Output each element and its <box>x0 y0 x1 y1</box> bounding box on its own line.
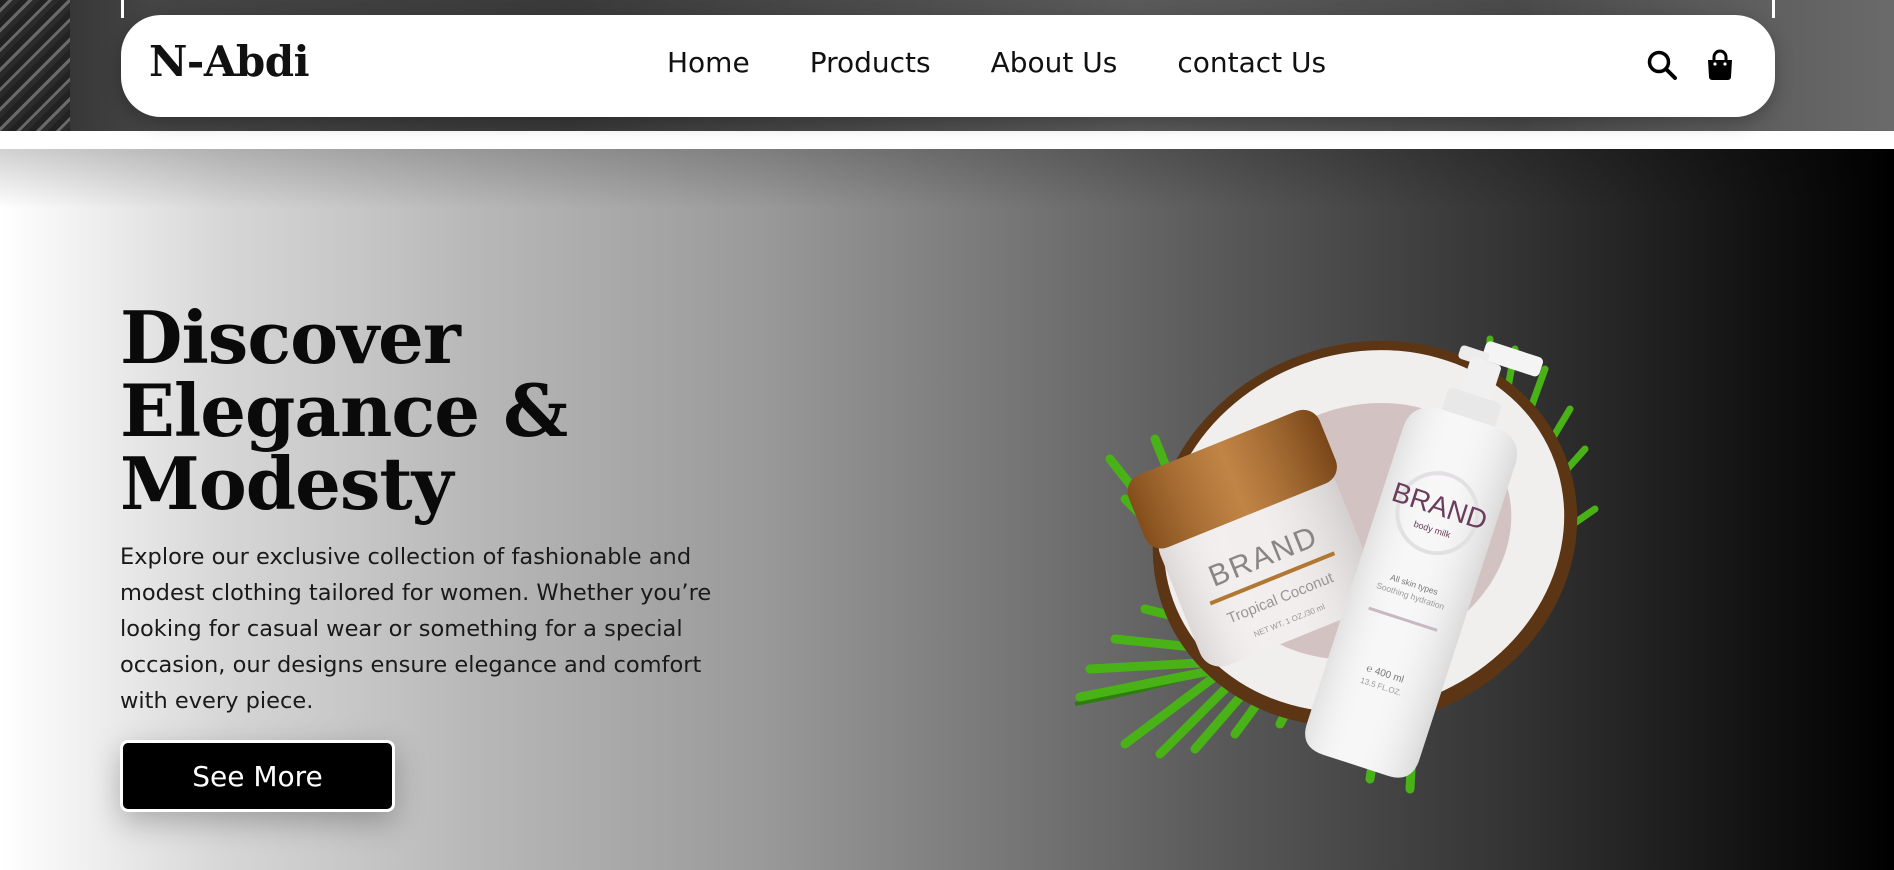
photo-pattern <box>0 0 70 131</box>
frame-line-left <box>121 0 124 18</box>
header-gap <box>0 131 1894 149</box>
hero-title-line: Elegance & <box>120 368 568 453</box>
hero-title: Discover Elegance & Modesty <box>120 301 640 520</box>
nav-icons <box>1645 48 1737 82</box>
frame-line-right <box>1772 0 1775 18</box>
hero-title-line: Discover <box>120 295 461 380</box>
nav-links: Home Products About Us contact Us <box>667 46 1326 79</box>
brand-logo[interactable]: N-Abdi <box>149 37 310 86</box>
nav-link-contact-us[interactable]: contact Us <box>1177 46 1326 79</box>
nav-link-home[interactable]: Home <box>667 46 750 79</box>
product-image: BRAND Tropical Coconut NET WT. 1 OZ./30 … <box>1074 335 1599 794</box>
search-icon[interactable] <box>1645 48 1679 82</box>
nav-link-products[interactable]: Products <box>810 46 931 79</box>
navbar: N-Abdi Home Products About Us contact Us <box>121 15 1775 117</box>
shopping-bag-icon[interactable] <box>1703 48 1737 82</box>
hero-section: Discover Elegance & Modesty Explore our … <box>0 149 1894 870</box>
hero-title-line: Modesty <box>120 441 454 526</box>
nav-link-about-us[interactable]: About Us <box>991 46 1118 79</box>
hero-description: Explore our exclusive collection of fash… <box>120 544 712 714</box>
see-more-button[interactable]: See More <box>120 740 395 812</box>
